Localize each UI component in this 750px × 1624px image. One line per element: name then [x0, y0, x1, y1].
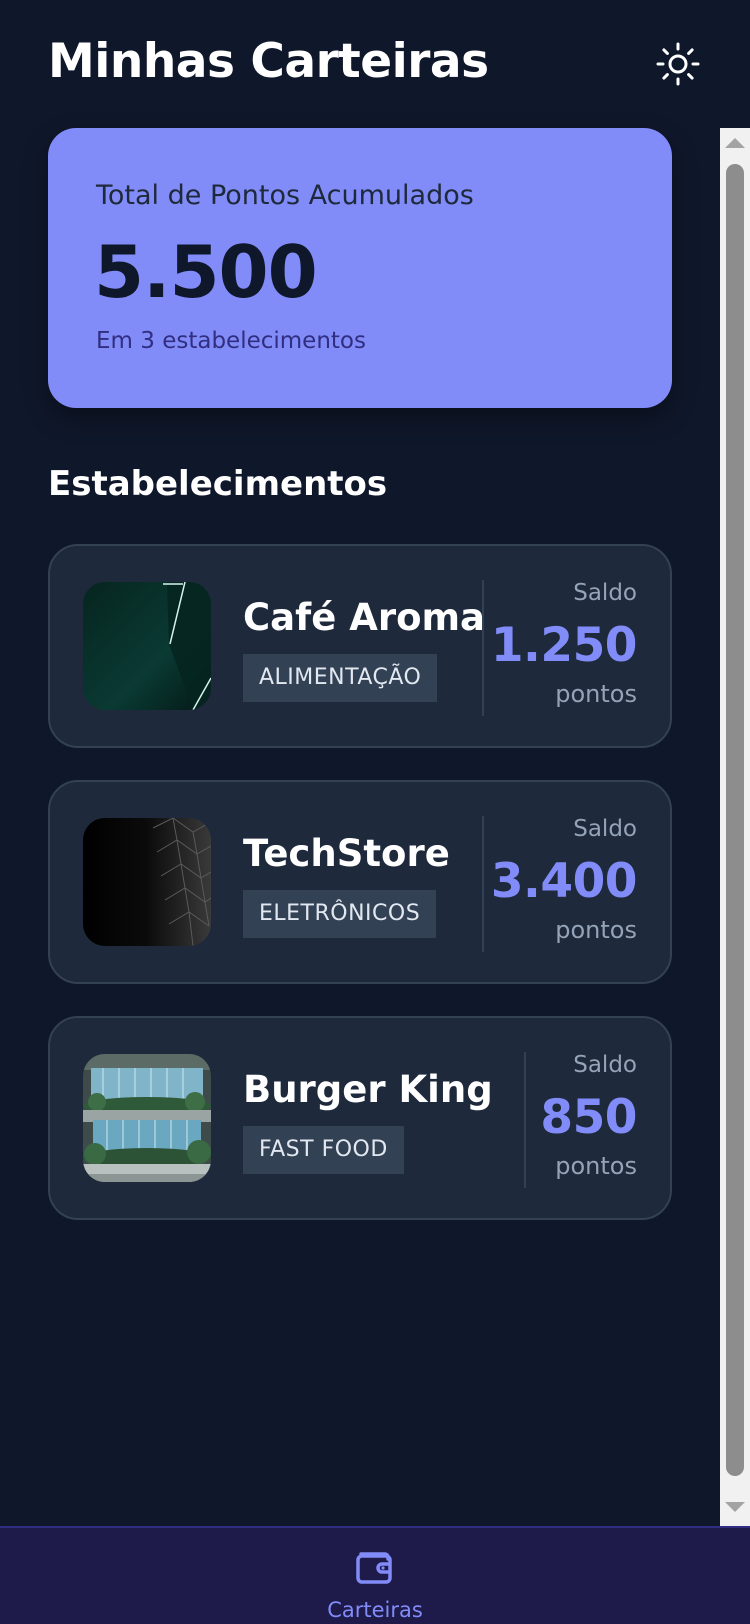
app-root: Minhas Carteiras Total de Pontos Acumula…: [0, 0, 750, 1624]
total-points-card: Total de Pontos Acumulados 5.500 Em 3 es…: [48, 128, 672, 408]
total-points-label: Total de Pontos Acumulados: [96, 180, 474, 211]
balance-label: Saldo: [573, 580, 637, 606]
store-thumbnail: [83, 818, 211, 946]
balance-label: Saldo: [573, 1052, 637, 1078]
section-title: Estabelecimentos: [48, 464, 388, 504]
store-name: TechStore: [243, 832, 450, 875]
balance-value: 3.400: [490, 854, 638, 909]
page-title: Minhas Carteiras: [48, 34, 489, 89]
balance-unit: pontos: [555, 680, 637, 708]
bottom-navigation: Carteiras: [0, 1526, 750, 1624]
scrollbar-thumb[interactable]: [726, 164, 744, 1476]
sun-icon: [656, 42, 700, 86]
vertical-scrollbar[interactable]: [720, 128, 750, 1526]
scroll-up-arrow-icon[interactable]: [725, 138, 745, 148]
header: Minhas Carteiras: [0, 0, 750, 128]
wallet-icon: [356, 1552, 392, 1584]
card-divider: [524, 1052, 526, 1188]
scroll-down-arrow-icon[interactable]: [725, 1502, 745, 1512]
balance-unit: pontos: [555, 1152, 637, 1180]
store-thumbnail: [83, 1054, 211, 1182]
category-badge: FAST FOOD: [243, 1126, 404, 1174]
store-name: Burger King: [243, 1068, 493, 1111]
wallet-card-techstore[interactable]: TechStore ELETRÔNICOS Saldo 3.400 pontos: [48, 780, 672, 984]
store-name: Café Aroma: [243, 596, 486, 639]
wallet-card-cafe-aroma[interactable]: Café Aroma ALIMENTAÇÃO Saldo 1.250 ponto…: [48, 544, 672, 748]
total-points-value: 5.500: [94, 230, 318, 314]
balance-value: 850: [540, 1090, 637, 1145]
nav-item-carteiras[interactable]: Carteiras: [315, 1544, 435, 1624]
store-thumbnail: [83, 582, 211, 710]
category-badge: ELETRÔNICOS: [243, 890, 437, 938]
wallet-card-burger-king[interactable]: Burger King FAST FOOD Saldo 850 pontos: [48, 1016, 672, 1220]
theme-toggle-button[interactable]: [650, 36, 706, 92]
establishments-count: Em 3 estabelecimentos: [96, 328, 366, 354]
main-scroll-area[interactable]: Total de Pontos Acumulados 5.500 Em 3 es…: [0, 128, 720, 1526]
balance-value: 1.250: [490, 618, 638, 673]
category-badge: ALIMENTAÇÃO: [243, 654, 438, 702]
card-divider: [482, 580, 484, 716]
nav-item-label: Carteiras: [327, 1598, 423, 1622]
balance-label: Saldo: [573, 816, 637, 842]
card-divider: [482, 816, 484, 952]
balance-unit: pontos: [555, 916, 637, 944]
